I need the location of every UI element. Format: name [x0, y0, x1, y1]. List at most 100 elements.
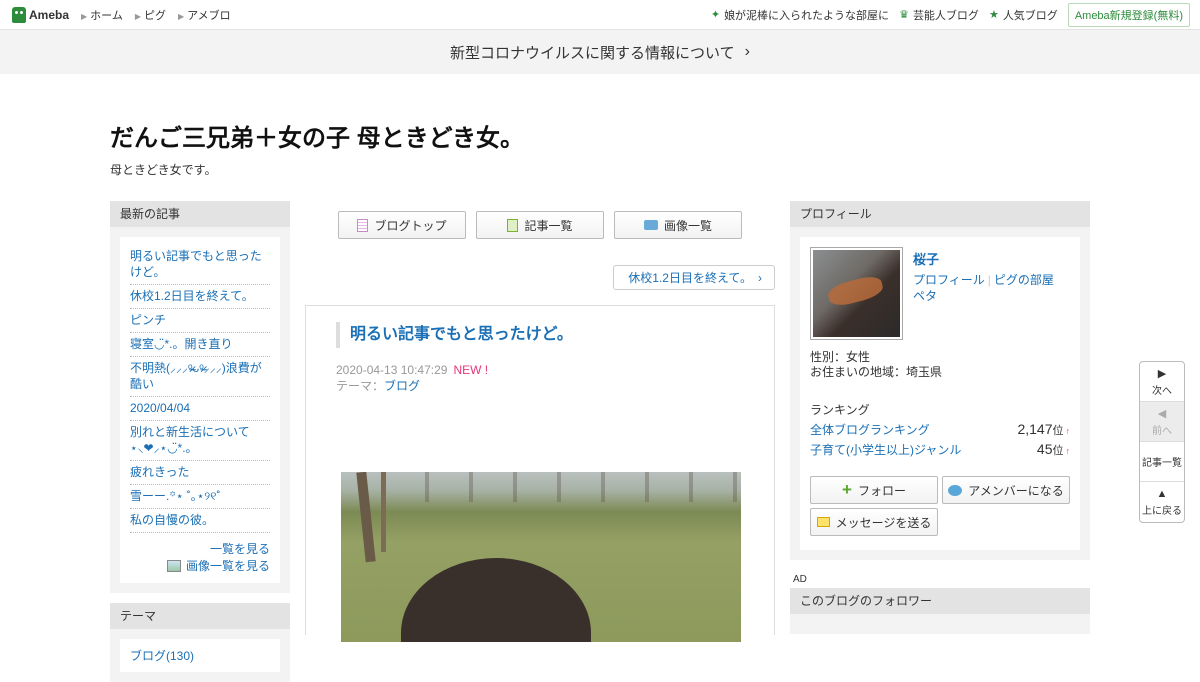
ranking-value: 2,147位 ↑	[1017, 421, 1070, 438]
recent-entry-link[interactable]: 別れと新生活について⋆⸜❤︎⸝‍⋆◡̈*.。	[130, 421, 270, 461]
article: 明るい記事でもと思ったけど。 2020-04-13 10:47:29 NEW ! …	[305, 305, 775, 642]
triangle-up-icon: ▲	[1156, 487, 1168, 500]
theme-label: テーマ：	[336, 379, 385, 393]
profile-name[interactable]: 桜子	[913, 249, 1054, 268]
chevron-right-icon: ›	[758, 270, 762, 285]
blog-nav-tabs: ブログトップ 記事一覧 画像一覧	[305, 211, 775, 239]
article-meta: 2020-04-13 10:47:29 NEW ! テーマ：ブログ	[336, 362, 744, 394]
recent-entry-link[interactable]: 休校1.2日目を終えて。	[130, 285, 270, 309]
ranking-number: 2,147	[1017, 421, 1053, 437]
profile-attributes: 性別：女性 お住まいの地域：埼玉県	[810, 350, 1070, 380]
profile-buttons: + フォロー アメンバーになる メッセージを送る	[810, 476, 1070, 536]
rank-up-arrow-icon: ↑	[1065, 426, 1071, 436]
nav-pig[interactable]: ▶ ピグ	[135, 7, 166, 23]
header-link-featured[interactable]: ✦ 娘が泥棒に入られたような部屋に	[711, 7, 889, 23]
right-sidebar: プロフィール 桜子 プロフィール | ピグの部屋 ペタ 性別：女性 お住まいの地域：…	[790, 201, 1090, 634]
peta-link[interactable]: ペタ	[913, 289, 937, 303]
see-images-link[interactable]: 画像一覧を見る	[130, 558, 270, 575]
profile-box: プロフィール 桜子 プロフィール | ピグの部屋 ペタ 性別：女性 お住まいの地域：…	[790, 201, 1090, 560]
recent-entry-link[interactable]: 雪ーー.꙳⋆ ˚｡⋆୨୧˚	[130, 485, 270, 509]
article-theme-link[interactable]: ブログ	[384, 379, 420, 393]
play-left-icon: ◀	[1157, 407, 1167, 420]
blog-description: 母ときどき女です。	[110, 163, 217, 177]
profile-body: 桜子 プロフィール | ピグの部屋 ペタ 性別：女性 お住まいの地域：埼玉県 ランキ…	[790, 227, 1090, 560]
left-sidebar: 最新の記事 明るい記事でもと思ったけど。 休校1.2日目を終えて。 ピンチ 寝室…	[110, 201, 290, 682]
see-all-link[interactable]: 一覧を見る	[130, 541, 270, 558]
theme-body: ブログ(130)	[110, 629, 290, 682]
nav-ameblo[interactable]: ▶ アメブロ	[178, 7, 231, 23]
recent-entry-link[interactable]: 私の自慢の彼。	[130, 509, 270, 533]
back-to-top-button[interactable]: ▲ 上に戻る	[1140, 482, 1184, 522]
theme-list: ブログ(130)	[130, 647, 270, 664]
prev-entry-link[interactable]: 休校1.2日目を終えて。 ›	[613, 265, 775, 290]
tab-blog-top[interactable]: ブログトップ	[338, 211, 466, 239]
ad-label: AD	[793, 574, 807, 585]
recent-entry-link[interactable]: 不明熱(⸝⸝⸝ᵒ̴̶̷ᴗᵒ̴̶̷⸝⸝⸝)浪費が酷い	[130, 357, 270, 397]
follow-button[interactable]: + フォロー	[810, 476, 938, 504]
new-badge: NEW !	[453, 363, 489, 377]
recent-entry-link[interactable]: 疲れきった	[130, 461, 270, 485]
theme-box: テーマ ブログ(130)	[110, 603, 290, 682]
followers-body	[790, 614, 1090, 634]
ranking-number: 45	[1036, 441, 1053, 457]
logo-text: Ameba	[29, 7, 70, 22]
avatar-image	[813, 250, 900, 337]
link-separator: |	[987, 273, 991, 287]
star-icon: ★	[988, 9, 999, 21]
copy-icon	[507, 218, 519, 232]
profile-link[interactable]: プロフィール	[913, 273, 985, 287]
global-nav: ▶ ホーム ▶ ピグ ▶ アメブロ	[81, 7, 231, 23]
entry-list-button[interactable]: 記事一覧	[1140, 442, 1184, 482]
next-entry-button[interactable]: ▶ 次へ	[1140, 362, 1184, 402]
ranking-row: 全体ブログランキング 2,147位 ↑	[810, 421, 1070, 438]
header-link-popular[interactable]: ★ 人気ブログ	[989, 7, 1058, 23]
floating-nav: ▶ 次へ ◀ 前へ 記事一覧 ▲ 上に戻る	[1139, 361, 1185, 523]
sparkle-icon: ✦	[710, 9, 721, 21]
ranking-label[interactable]: 全体ブログランキング	[810, 421, 930, 438]
article-photo[interactable]	[341, 472, 741, 642]
recent-entries-box: 最新の記事 明るい記事でもと思ったけど。 休校1.2日目を終えて。 ピンチ 寝室…	[110, 201, 290, 593]
header-links: ✦ 娘が泥棒に入られたような部屋に ♛ 芸能人ブログ ★ 人気ブログ Ameba新規登…	[711, 2, 1190, 27]
recent-entries-list: 明るい記事でもと思ったけど。 休校1.2日目を終えて。 ピンチ 寝室◡̈*.。開…	[130, 245, 270, 533]
chevron-right-icon: ▶	[81, 11, 88, 21]
profile-heading: プロフィール	[790, 201, 1090, 227]
chevron-right-icon: ▶	[178, 11, 185, 21]
avatar[interactable]	[810, 247, 903, 340]
play-right-icon: ▶	[1157, 367, 1167, 380]
article-title[interactable]: 明るい記事でもと思ったけど。	[336, 322, 744, 348]
ranking-unit: 位	[1052, 445, 1064, 457]
ranking-label[interactable]: 子育て(小学生以上)ジャンル	[810, 441, 961, 458]
header-link-celebrity[interactable]: ♛ 芸能人ブログ	[899, 7, 979, 23]
ranking-row: 子育て(小学生以上)ジャンル 45位 ↑	[810, 441, 1070, 458]
chevron-right-icon: ▶	[134, 11, 141, 21]
recent-entry-link[interactable]: 2020/04/04	[130, 397, 270, 421]
covid-notice-banner[interactable]: 新型コロナウイルスに関する情報について ›	[0, 30, 1200, 74]
recent-entries-inner: 明るい記事でもと思ったけど。 休校1.2日目を終えて。 ピンチ 寝室◡̈*.。開…	[120, 237, 280, 583]
tab-entry-list[interactable]: 記事一覧	[476, 211, 604, 239]
photo-fence	[341, 472, 741, 502]
recent-entry-link[interactable]: 寝室◡̈*.。開き直り	[130, 333, 270, 357]
profile-info: 桜子 プロフィール | ピグの部屋 ペタ	[913, 247, 1054, 340]
theme-heading: テーマ	[110, 603, 290, 629]
register-button[interactable]: Ameba新規登録(無料)	[1067, 2, 1190, 27]
ameba-logo[interactable]: Ameba	[12, 6, 70, 23]
tab-image-list[interactable]: 画像一覧	[614, 211, 742, 239]
blog-title[interactable]: だんご三兄弟＋女の子 母ときどき女。	[110, 118, 524, 153]
send-message-button[interactable]: メッセージを送る	[810, 508, 938, 536]
image-list-icon	[166, 560, 181, 572]
recent-entry-link[interactable]: 明るい記事でもと思ったけど。	[130, 245, 270, 285]
nav-home[interactable]: ▶ ホーム	[81, 7, 123, 23]
recent-entries-body: 明るい記事でもと思ったけど。 休校1.2日目を終えて。 ピンチ 寝室◡̈*.。開…	[110, 227, 290, 593]
profile-gender: 性別：女性	[810, 350, 871, 364]
crown-icon: ♛	[899, 9, 909, 21]
mail-icon	[816, 517, 830, 527]
pig-room-link[interactable]: ピグの部屋	[994, 273, 1054, 287]
article-datetime: 2020-04-13 10:47:29	[336, 363, 448, 377]
ameba-logo-icon	[12, 6, 26, 23]
recent-entry-link[interactable]: ピンチ	[130, 309, 270, 333]
theme-link[interactable]: ブログ(130)	[130, 647, 270, 664]
photo-child-head	[401, 558, 591, 642]
amember-button[interactable]: アメンバーになる	[942, 476, 1070, 504]
prev-entry-button[interactable]: ◀ 前へ	[1140, 402, 1184, 442]
profile-inner: 桜子 プロフィール | ピグの部屋 ペタ 性別：女性 お住まいの地域：埼玉県 ランキ…	[800, 237, 1080, 550]
